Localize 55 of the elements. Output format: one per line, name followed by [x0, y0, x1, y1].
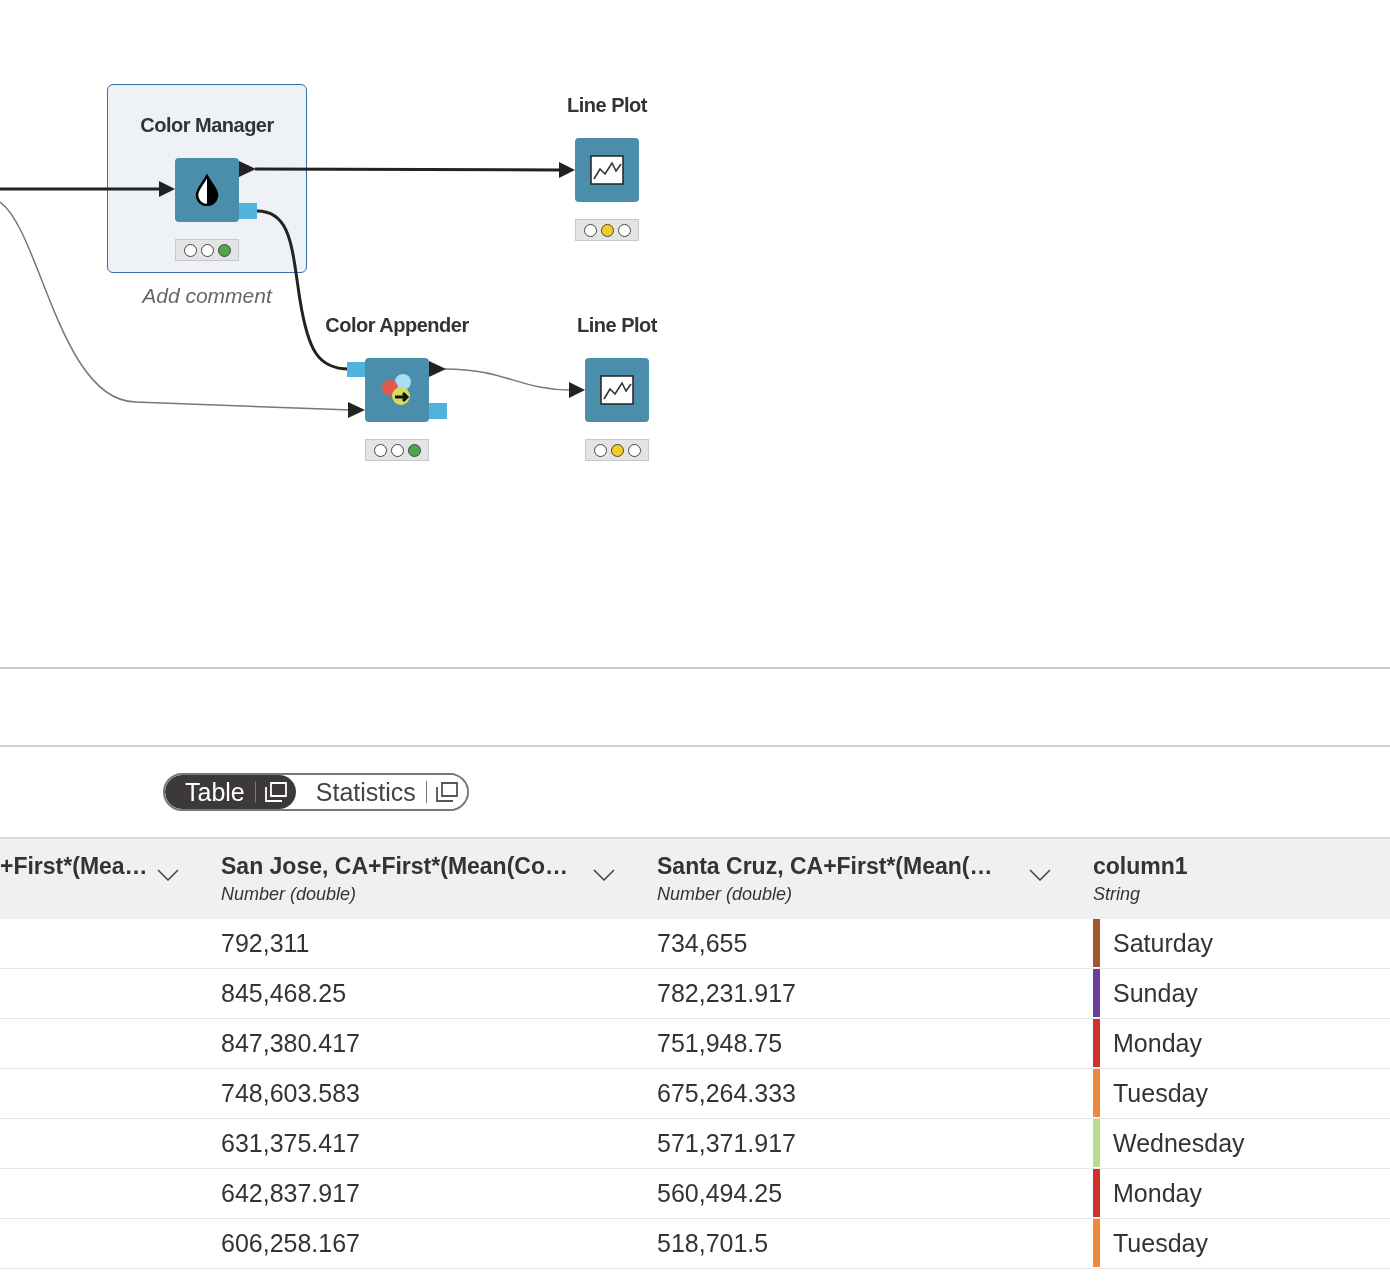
data-port-icon [239, 203, 257, 219]
table-cell: 847,380.417 [221, 1029, 361, 1058]
table-cell: 734,655 [657, 929, 748, 958]
table-cell: Monday [1113, 1029, 1202, 1058]
table-cell: 748,603.583 [221, 1079, 361, 1108]
data-port-icon [347, 362, 365, 377]
column-header: San Jose, CA+First*(Mean(Co… [221, 853, 569, 880]
column-type: Number (double) [221, 884, 358, 905]
table-cell: 642,837.917 [221, 1179, 361, 1208]
node-title: Color Manager [139, 113, 275, 138]
input-port-icon [559, 162, 575, 178]
node-title: Color Appender [324, 313, 470, 338]
node-title: Line Plot [566, 93, 649, 118]
column-header: column1 [1093, 853, 1189, 880]
input-port-icon [348, 402, 365, 418]
droplet-icon [194, 174, 220, 206]
table-cell: 631,375.417 [221, 1129, 361, 1158]
table-cell: 518,701.5 [657, 1229, 769, 1258]
node-title: Line Plot [576, 313, 659, 338]
table-cell: Sunday [1113, 979, 1198, 1008]
table-cell: 675,264.333 [657, 1079, 797, 1108]
node-icon[interactable] [365, 358, 429, 422]
column-type: Number (double) [657, 884, 794, 905]
table-cell: 782,231.917 [657, 979, 797, 1008]
open-window-icon[interactable] [254, 781, 288, 803]
line-chart-icon [600, 375, 634, 405]
table-cell: 606,258.167 [221, 1229, 361, 1258]
chevron-down-icon[interactable] [593, 869, 615, 881]
chevron-down-icon[interactable] [1029, 869, 1051, 881]
column-header: Santa Cruz, CA+First*(Mean(… [657, 853, 994, 880]
chevron-down-icon[interactable] [157, 869, 179, 881]
table-cell: 571,371.917 [657, 1129, 797, 1158]
table-cell: Tuesday [1113, 1079, 1208, 1108]
table-cell: Monday [1113, 1179, 1202, 1208]
column-type: String [1093, 884, 1142, 905]
open-window-icon[interactable] [425, 781, 459, 803]
input-port-icon [569, 382, 585, 398]
node-icon[interactable] [585, 358, 649, 422]
output-port-icon [239, 161, 256, 177]
table-cell: 751,948.75 [657, 1029, 783, 1058]
column-header: +First*(Mea… [0, 853, 149, 880]
table-cell: Wednesday [1113, 1129, 1245, 1158]
table-cell: 792,311 [221, 929, 310, 958]
table-cell: 845,468.25 [221, 979, 347, 1008]
comment-placeholder[interactable]: Add comment [75, 284, 339, 308]
table-cell: Saturday [1113, 929, 1214, 958]
output-port-icon [429, 361, 446, 377]
node-icon[interactable] [575, 138, 639, 202]
tab[interactable]: Table [165, 775, 296, 809]
table-cell: 560,494.25 [657, 1179, 783, 1208]
input-port-icon [159, 181, 175, 197]
line-chart-icon [590, 155, 624, 185]
data-port-icon [429, 403, 447, 419]
node-icon[interactable] [175, 158, 239, 222]
table-cell: Tuesday [1113, 1229, 1208, 1258]
